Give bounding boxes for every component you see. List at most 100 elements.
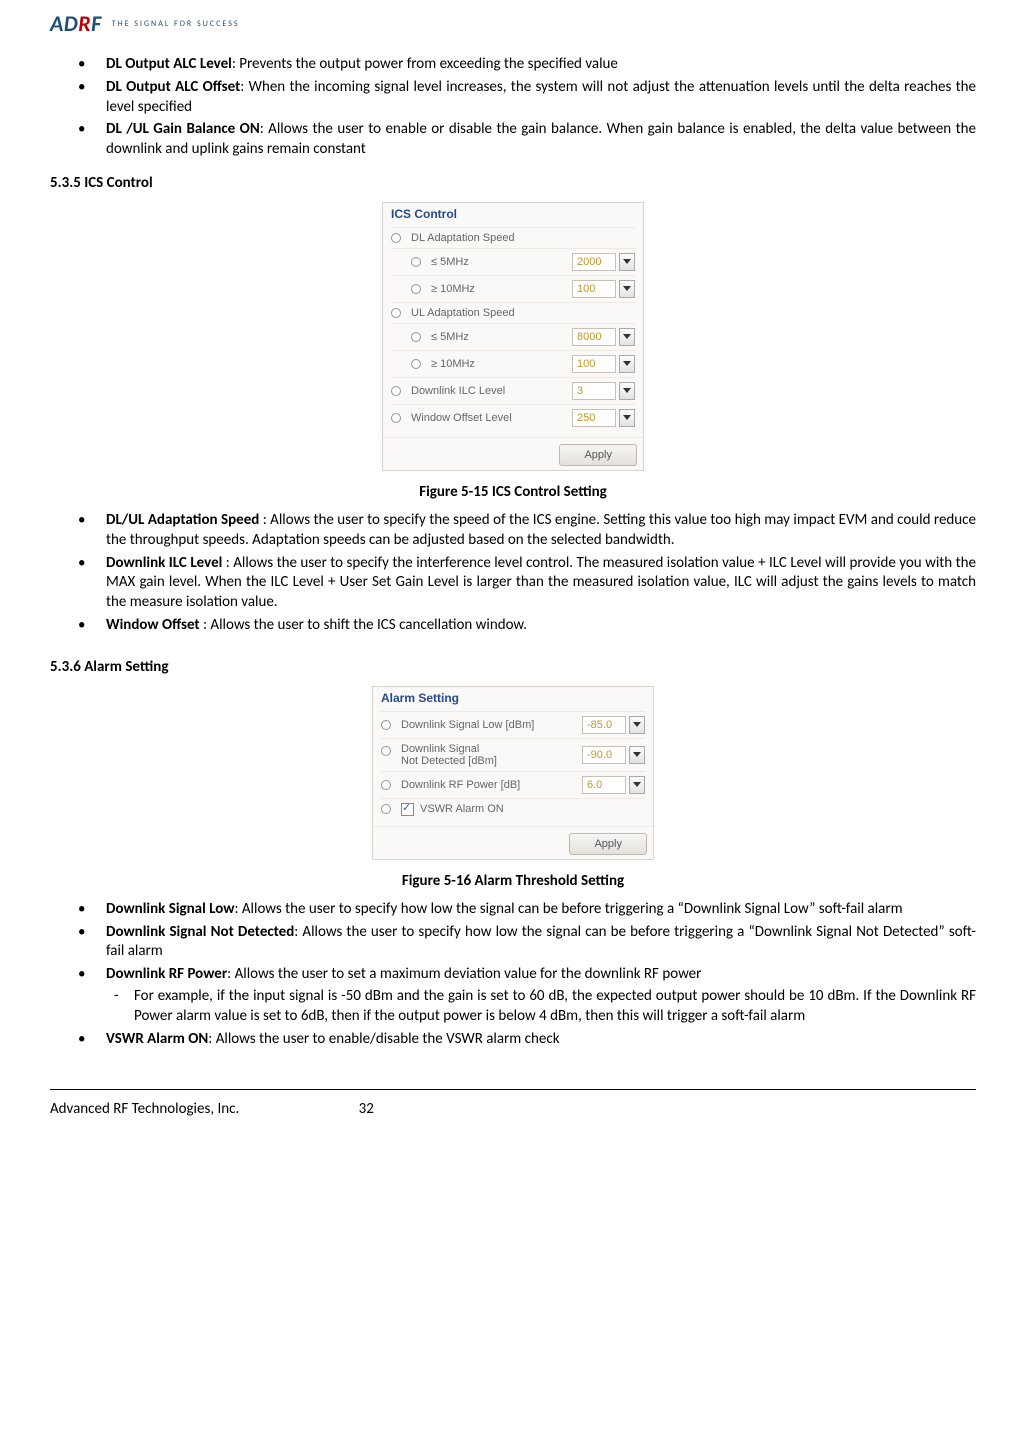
chevron-down-icon[interactable] [619, 328, 635, 346]
list-item: DL /UL Gain Balance ON: Allows the user … [78, 120, 976, 160]
chevron-down-icon[interactable] [629, 746, 645, 764]
chevron-down-icon[interactable] [619, 280, 635, 298]
item-label: Downlink Signal Low [106, 900, 234, 918]
row-label: VSWR Alarm ON [420, 803, 504, 815]
chevron-down-icon[interactable] [629, 776, 645, 794]
section-heading-ics: 5.3.5 ICS Control [50, 174, 976, 192]
page-header: ADRF THE SIGNAL FOR SUCCESS [50, 10, 976, 37]
row-label-line2: Not Detected [dBm] [401, 755, 497, 767]
select-value: -90.0 [582, 746, 626, 764]
list-item: DL/UL Adaptation Speed : Allows the user… [78, 511, 976, 551]
row-rf-power: Downlink RF Power [dB] [381, 779, 520, 791]
select-signal-low[interactable]: -85.0 [582, 716, 645, 734]
radio-icon [391, 413, 401, 423]
row-dl-5mhz: ≤ 5MHz [391, 256, 469, 268]
list-item: Downlink ILC Level : Allows the user to … [78, 554, 976, 613]
chevron-down-icon[interactable] [619, 355, 635, 373]
select-window-offset[interactable]: 250 [572, 409, 635, 427]
row-signal-not-detected: Downlink Signal Not Detected [dBm] [381, 743, 497, 767]
select-dl-10mhz[interactable]: 100 [572, 280, 635, 298]
row-dl-adaptation-speed: DL Adaptation Speed [391, 232, 515, 244]
select-value: 3 [572, 382, 616, 400]
sub-list-item: For example, if the input signal is -50 … [106, 987, 976, 1027]
item-label: Downlink RF Power [106, 965, 227, 983]
select-value: 8000 [572, 328, 616, 346]
select-rf-power[interactable]: 6.0 [582, 776, 645, 794]
item-text: : Prevents the output power from exceedi… [232, 55, 618, 73]
item-text: : Allows the user to set a maximum devia… [227, 965, 701, 983]
bullet-list-ics: DL/UL Adaptation Speed : Allows the user… [50, 511, 976, 636]
chevron-down-icon[interactable] [619, 253, 635, 271]
row-label: Downlink Signal Not Detected [dBm] [401, 743, 497, 767]
select-value: 100 [572, 355, 616, 373]
radio-icon [411, 359, 421, 369]
row-ul-adaptation-speed: UL Adaptation Speed [391, 307, 515, 319]
bullet-list-alarm: Downlink Signal Low: Allows the user to … [50, 900, 976, 1050]
radio-icon [411, 332, 421, 342]
figure-caption-515: Figure 5-15 ICS Control Setting [50, 483, 976, 501]
select-ul-5mhz[interactable]: 8000 [572, 328, 635, 346]
select-value: 2000 [572, 253, 616, 271]
item-label: Downlink Signal Not Detected [106, 923, 294, 941]
logo-f: F [91, 10, 102, 37]
item-label: DL/UL Adaptation Speed [106, 511, 259, 529]
radio-icon [381, 720, 391, 730]
list-item: Downlink Signal Not Detected: Allows the… [78, 923, 976, 963]
apply-button[interactable]: Apply [569, 833, 647, 855]
row-ul-5mhz: ≤ 5MHz [391, 331, 469, 343]
apply-button[interactable]: Apply [559, 444, 637, 466]
list-item: Window Offset : Allows the user to shift… [78, 616, 976, 636]
list-item: DL Output ALC Offset: When the incoming … [78, 78, 976, 118]
row-label: Downlink RF Power [dB] [401, 779, 520, 791]
radio-icon [391, 308, 401, 318]
logo-r: R [78, 10, 91, 37]
chevron-down-icon[interactable] [629, 716, 645, 734]
logo: ADRF [50, 10, 102, 37]
item-label: DL /UL Gain Balance ON [106, 120, 260, 138]
item-text: : Allows the user to specify the interfe… [106, 554, 976, 612]
list-item: DL Output ALC Level: Prevents the output… [78, 55, 976, 75]
panel-title: ICS Control [391, 207, 635, 221]
logo-tagline: THE SIGNAL FOR SUCCESS [112, 19, 240, 29]
row-label: UL Adaptation Speed [411, 307, 515, 319]
row-label: Window Offset Level [411, 412, 512, 424]
radio-icon [391, 386, 401, 396]
row-signal-low: Downlink Signal Low [dBm] [381, 719, 534, 731]
footer-spacer [667, 1100, 976, 1118]
select-value: 100 [572, 280, 616, 298]
select-ul-10mhz[interactable]: 100 [572, 355, 635, 373]
item-label: Downlink ILC Level [106, 554, 222, 572]
footer-page-number: 32 [359, 1100, 668, 1118]
item-text: : Allows the user to specify how low the… [234, 900, 902, 918]
radio-icon [381, 746, 391, 756]
select-dl-5mhz[interactable]: 2000 [572, 253, 635, 271]
row-label: ≥ 10MHz [431, 283, 475, 295]
row-dl-10mhz: ≥ 10MHz [391, 283, 475, 295]
chevron-down-icon[interactable] [619, 382, 635, 400]
checkbox-vswr[interactable] [401, 803, 414, 816]
item-label: VSWR Alarm ON [106, 1030, 208, 1048]
radio-icon [381, 780, 391, 790]
item-text: : Allows the user to shift the ICS cance… [200, 616, 527, 634]
select-ilc-level[interactable]: 3 [572, 382, 635, 400]
select-not-detected[interactable]: -90.0 [582, 746, 645, 764]
row-label-line1: Downlink Signal [401, 743, 479, 755]
alarm-setting-panel: Alarm Setting Downlink Signal Low [dBm] … [372, 686, 654, 860]
item-label: DL Output ALC Offset [106, 78, 240, 96]
item-label: DL Output ALC Level [106, 55, 232, 73]
row-label: ≤ 5MHz [431, 331, 469, 343]
figure-caption-516: Figure 5-16 Alarm Threshold Setting [50, 872, 976, 890]
sub-list: For example, if the input signal is -50 … [106, 987, 976, 1027]
list-item: Downlink Signal Low: Allows the user to … [78, 900, 976, 920]
chevron-down-icon[interactable] [619, 409, 635, 427]
row-label: Downlink Signal Low [dBm] [401, 719, 534, 731]
radio-icon [411, 284, 421, 294]
bullet-list-alc: DL Output ALC Level: Prevents the output… [50, 55, 976, 160]
footer-company: Advanced RF Technologies, Inc. [50, 1100, 359, 1118]
logo-ad: AD [50, 10, 78, 37]
radio-icon [391, 233, 401, 243]
select-value: -85.0 [582, 716, 626, 734]
row-label: Downlink ILC Level [411, 385, 505, 397]
item-label: Window Offset [106, 616, 200, 634]
list-item: VSWR Alarm ON: Allows the user to enable… [78, 1030, 976, 1050]
